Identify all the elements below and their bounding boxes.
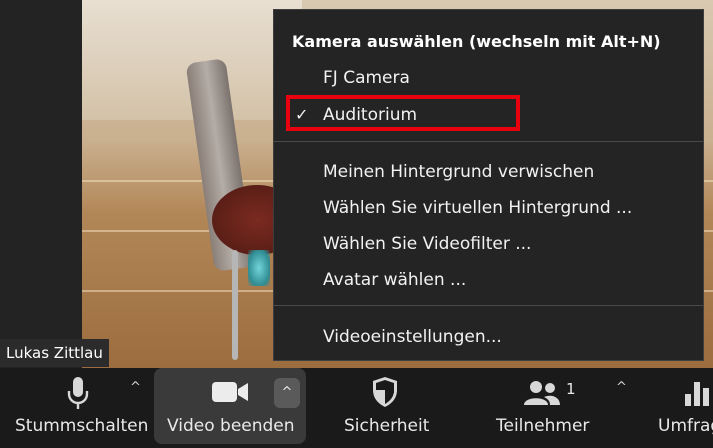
shield-icon bbox=[373, 377, 397, 407]
mute-options-caret-icon[interactable]: ^ bbox=[130, 380, 141, 395]
menu-item-avatar[interactable]: Avatar wählen ... bbox=[274, 263, 703, 297]
participants-button[interactable]: 1 ^ Teilnehmer bbox=[480, 368, 640, 448]
menu-item-label: Avatar wählen ... bbox=[323, 270, 467, 290]
menu-item-label: Videoeinstellungen... bbox=[323, 327, 502, 347]
video-camera-icon bbox=[212, 382, 248, 402]
video-chair-leg bbox=[232, 250, 238, 360]
mute-label: Stummschalten bbox=[15, 416, 149, 436]
participants-options-caret-icon[interactable]: ^ bbox=[616, 380, 627, 395]
video-reflection bbox=[248, 250, 270, 286]
menu-item-label: Meinen Hintergrund verwischen bbox=[323, 162, 595, 182]
camera-select-menu: Kamera auswählen (wechseln mit Alt+N) FJ… bbox=[273, 9, 704, 361]
participants-icon bbox=[524, 381, 560, 405]
menu-item-blur-background[interactable]: Meinen Hintergrund verwischen bbox=[274, 155, 703, 189]
video-side-strip bbox=[0, 0, 82, 368]
meeting-toolbar: ^ Stummschalten Video beenden ^ Sicherhe… bbox=[0, 368, 713, 448]
microphone-icon bbox=[67, 377, 89, 409]
security-label: Sicherheit bbox=[344, 416, 430, 436]
menu-item-video-settings[interactable]: Videoeinstellungen... bbox=[274, 320, 703, 354]
video-label: Video beenden bbox=[167, 416, 295, 436]
video-options-caret-icon[interactable]: ^ bbox=[274, 378, 300, 408]
polls-label: Umfrag bbox=[658, 416, 713, 436]
menu-divider bbox=[274, 305, 703, 306]
bar-chart-icon bbox=[685, 382, 709, 406]
participants-count: 1 bbox=[566, 380, 576, 398]
menu-heading: Kamera auswählen (wechseln mit Alt+N) bbox=[292, 32, 661, 51]
polls-button[interactable]: Umfrag bbox=[655, 368, 713, 448]
menu-item-video-filter[interactable]: Wählen Sie Videofilter ... bbox=[274, 227, 703, 261]
selection-highlight-box bbox=[286, 95, 520, 131]
mute-button[interactable]: ^ Stummschalten bbox=[0, 368, 150, 448]
participants-label: Teilnehmer bbox=[496, 416, 590, 436]
menu-divider bbox=[274, 141, 703, 142]
menu-item-fj-camera[interactable]: FJ Camera bbox=[274, 61, 703, 95]
menu-item-label: Wählen Sie virtuellen Hintergrund ... bbox=[323, 198, 633, 218]
security-button[interactable]: Sicherheit bbox=[330, 368, 440, 448]
participant-name-tag: Lukas Zittlau bbox=[0, 339, 109, 367]
menu-item-virtual-background[interactable]: Wählen Sie virtuellen Hintergrund ... bbox=[274, 191, 703, 225]
menu-item-label: Wählen Sie Videofilter ... bbox=[323, 234, 532, 254]
menu-item-label: FJ Camera bbox=[323, 68, 410, 88]
